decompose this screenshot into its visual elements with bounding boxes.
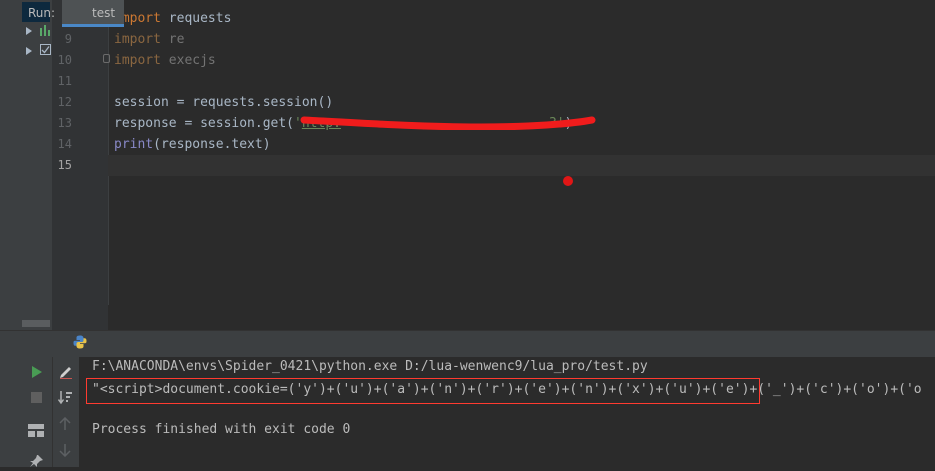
sort-down-icon[interactable] (57, 390, 72, 405)
run-toolbar (0, 330, 935, 357)
current-line-highlight (108, 155, 935, 176)
run-tab-label: test (92, 6, 116, 20)
edit-icon[interactable] (58, 363, 74, 379)
code-line-12: session = requests.session() (114, 95, 334, 110)
line-number: 9 (64, 32, 72, 46)
up-arrow-icon[interactable] (59, 416, 71, 431)
expand-arrow-icon[interactable] (26, 47, 32, 55)
line-number-current: 15 (57, 158, 72, 172)
code-line-10: import execjs (114, 50, 216, 71)
file-check-icon (40, 44, 51, 55)
play-icon[interactable] (31, 365, 43, 379)
layout-icon[interactable] (28, 424, 44, 437)
project-scrollbar[interactable] (22, 320, 50, 327)
line-number: 11 (57, 74, 72, 88)
line-number: 12 (57, 95, 72, 109)
code-line-14: print(response.text) (114, 134, 271, 155)
code-text: response = session.get( (114, 116, 295, 131)
code-line-8: import requests (114, 8, 231, 29)
expand-arrow-icon[interactable] (26, 27, 32, 35)
red-dot-marker (563, 176, 573, 186)
code-text: requests (160, 11, 232, 26)
down-arrow-icon[interactable] (59, 443, 71, 458)
line-number: 14 (57, 137, 72, 151)
redaction-scribble (300, 116, 600, 131)
pin-icon[interactable] (29, 455, 43, 467)
code-text: re (160, 32, 185, 47)
code-text: (response.text) (153, 137, 271, 152)
console-command: F:\ANACONDA\envs\Spider_0421\python.exe … (92, 359, 648, 374)
chart-icon (40, 25, 50, 36)
line-number: 13 (57, 116, 72, 130)
stop-icon[interactable] (31, 392, 42, 403)
run-tab-underline (62, 24, 124, 27)
line-number: 10 (57, 53, 72, 67)
run-tools-divider (52, 357, 53, 467)
code-text: execjs (160, 53, 216, 68)
builtin-function: print (114, 137, 154, 152)
console-exit-message: Process finished with exit code 0 (92, 422, 351, 437)
run-label: Run: (28, 6, 56, 20)
keyword: import (114, 53, 161, 68)
python-icon (73, 335, 87, 349)
red-highlight-box (86, 378, 760, 404)
code-line-9: import re (114, 29, 184, 50)
keyword: import (114, 32, 161, 47)
